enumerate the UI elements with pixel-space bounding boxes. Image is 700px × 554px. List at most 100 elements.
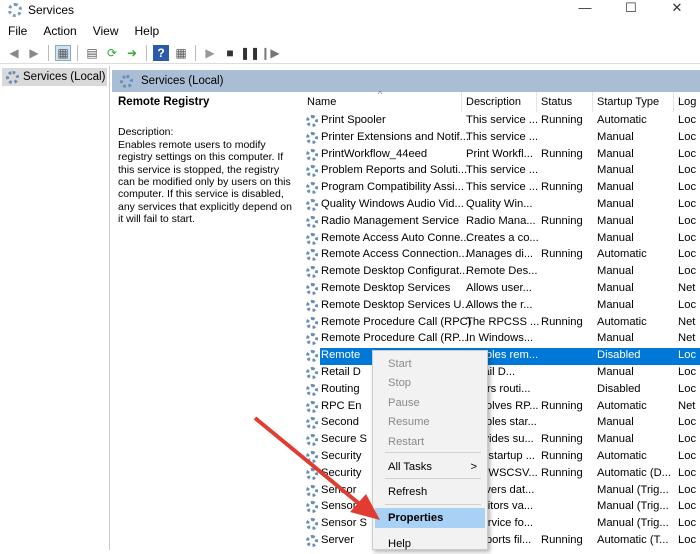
table-row[interactable]: Quality Windows Audio Vid... Quality Win.… xyxy=(300,197,700,214)
menu-file[interactable]: File xyxy=(0,22,35,40)
minimize-button[interactable]: — xyxy=(562,0,608,16)
table-row[interactable]: Security The startup ... Running Automatic L… xyxy=(300,449,700,466)
service-name: Routing xyxy=(321,382,360,395)
service-status: Running xyxy=(541,450,583,462)
table-row[interactable]: Remote Enables rem... Disabled Loc xyxy=(300,348,700,365)
menu-item-properties[interactable]: Properties xyxy=(375,508,485,528)
table-row[interactable]: Server Supports fil... Running Automatic (T… xyxy=(300,533,700,550)
menu-action[interactable]: Action xyxy=(35,22,84,40)
gear-icon xyxy=(306,367,318,379)
service-log-on-as: Loc xyxy=(678,164,697,177)
menu-view[interactable]: View xyxy=(85,22,127,40)
service-log-on-as: Loc xyxy=(678,265,697,278)
start-service-icon[interactable]: ▶ xyxy=(202,45,218,61)
table-row[interactable]: Sensor Monitors va... Manual (Trig... Loc xyxy=(300,499,700,516)
service-log-on-as: Net xyxy=(678,315,696,328)
service-log-on-as: Loc xyxy=(678,517,697,530)
table-row[interactable]: Remote Desktop Services Allows user... Man… xyxy=(300,281,700,298)
back-icon[interactable]: ◀ xyxy=(6,45,22,61)
action-pane-icon[interactable]: ▦ xyxy=(173,45,189,61)
table-row[interactable]: Problem Reports and Soluti... This servic… xyxy=(300,163,700,180)
service-startup-type: Manual xyxy=(597,181,634,194)
maximize-button[interactable]: ☐ xyxy=(608,0,654,16)
table-row[interactable]: PrintWorkflow_44eed Print Workfl... Runnin… xyxy=(300,147,700,164)
menu-item-all-tasks[interactable]: All Tasks > xyxy=(375,457,485,477)
service-description: Allows user... xyxy=(466,282,532,294)
tree-item-services-local[interactable]: Services (Local) xyxy=(2,68,107,86)
service-startup-type: Manual xyxy=(597,282,634,294)
column-description[interactable]: Description xyxy=(466,96,521,108)
refresh-icon[interactable]: ⟳ xyxy=(104,45,120,61)
menu-separator xyxy=(385,452,481,453)
service-log-on-as: Loc xyxy=(678,214,697,227)
table-row[interactable]: Second Enables star... Manual Loc xyxy=(300,415,700,432)
menu-item-label: Restart xyxy=(388,436,425,448)
table-row[interactable]: Retail D Retail D... Manual Loc xyxy=(300,365,700,382)
menu-item-label: Refresh xyxy=(388,486,428,498)
help-icon[interactable]: ? xyxy=(153,44,169,61)
menu-item-label: All Tasks xyxy=(388,461,432,473)
menu-item-restart[interactable]: Restart xyxy=(375,432,485,452)
restart-service-icon[interactable]: ❙▶ xyxy=(260,45,279,61)
table-row[interactable]: Remote Procedure Call (RP... In Windows..… xyxy=(300,331,700,348)
column-name[interactable]: Name xyxy=(307,96,336,108)
column-startup-type[interactable]: Startup Type xyxy=(597,96,659,108)
table-row[interactable]: Radio Management Service Radio Mana... Run… xyxy=(300,214,700,231)
table-row[interactable]: RPC En Resolves RP... Running Automatic Net xyxy=(300,399,700,416)
description-label: Description: xyxy=(118,126,174,139)
close-button[interactable]: ✕ xyxy=(654,0,700,16)
gear-icon xyxy=(6,70,19,84)
table-row[interactable]: Sensor SA service fo... Manual (Trig... Lo… xyxy=(300,516,700,533)
menu-item-label: Resume xyxy=(388,416,430,428)
service-startup-type: Manual xyxy=(597,265,634,278)
menu-item-stop[interactable]: Stop xyxy=(375,373,485,393)
menu-item-help[interactable]: Help xyxy=(375,534,485,554)
gear-icon xyxy=(306,131,318,144)
service-startup-type: Manual xyxy=(597,214,634,227)
menu-item-resume[interactable]: Resume xyxy=(375,412,485,432)
service-name: Sensor S xyxy=(321,517,368,530)
gear-icon xyxy=(306,467,318,480)
table-row[interactable]: Remote Procedure Call (RPC) The RPCSS ...… xyxy=(300,315,700,332)
table-row[interactable]: Remote Desktop Services U... Allows the r… xyxy=(300,298,700,315)
table-row[interactable]: Remote Access Connection... Manages di...… xyxy=(300,247,700,264)
table-row[interactable]: Sensor Delivers dat... Manual (Trig... Loc xyxy=(300,483,700,500)
table-row[interactable]: Program Compatibility Assi... This servic… xyxy=(300,180,700,197)
service-startup-type: Automatic (T... xyxy=(597,534,669,546)
service-startup-type: Manual (Trig... xyxy=(597,517,669,530)
menu-item-start[interactable]: Start xyxy=(375,354,485,374)
menu-item-pause[interactable]: Pause xyxy=(375,393,485,413)
table-row[interactable]: Printer Extensions and Notif... This serv… xyxy=(300,130,700,147)
service-startup-type: Manual xyxy=(597,298,634,311)
export-list-icon[interactable]: ➜ xyxy=(124,45,140,61)
menu-help[interactable]: Help xyxy=(127,22,168,40)
column-status[interactable]: Status xyxy=(541,96,572,108)
service-startup-type: Manual xyxy=(597,433,634,446)
service-startup-type: Manual xyxy=(597,147,634,160)
service-name: Program Compatibility Assi... xyxy=(321,181,464,194)
stop-service-icon[interactable]: ■ xyxy=(222,45,238,61)
menu-item-refresh[interactable]: Refresh xyxy=(375,482,485,502)
table-row[interactable]: Routing Offers routi... Disabled Loc xyxy=(300,382,700,399)
service-log-on-as: Loc xyxy=(678,500,697,513)
table-row[interactable]: Security The WSCSV... Running Automatic (D.… xyxy=(300,466,700,483)
service-startup-type: Automatic xyxy=(597,114,647,126)
pane-header: Services (Local) xyxy=(112,70,700,92)
menu-bar: File Action View Help xyxy=(0,22,167,40)
service-name: Sensor xyxy=(321,500,357,513)
forward-icon[interactable]: ▶ xyxy=(26,45,42,61)
column-log-on-as[interactable]: Log xyxy=(678,96,696,108)
show-console-tree-icon[interactable]: ▦ xyxy=(55,44,71,61)
gear-icon xyxy=(306,400,318,413)
gear-icon xyxy=(306,115,318,127)
properties-icon[interactable]: ▤ xyxy=(84,45,100,61)
service-startup-type: Manual xyxy=(597,198,634,210)
table-row[interactable]: Remote Access Auto Conne... Creates a co.… xyxy=(300,231,700,248)
table-row[interactable]: Remote Desktop Configurat... Remote Des..… xyxy=(300,264,700,281)
pause-service-icon[interactable]: ❚❚ xyxy=(240,45,260,61)
table-row[interactable]: Print Spooler This service ... Running Auto… xyxy=(300,113,700,130)
gear-icon xyxy=(306,148,318,161)
gear-icon xyxy=(306,350,318,363)
service-description: Manages di... xyxy=(466,248,534,261)
table-row[interactable]: Secure S Provides su... Running Manual Loc xyxy=(300,432,700,449)
